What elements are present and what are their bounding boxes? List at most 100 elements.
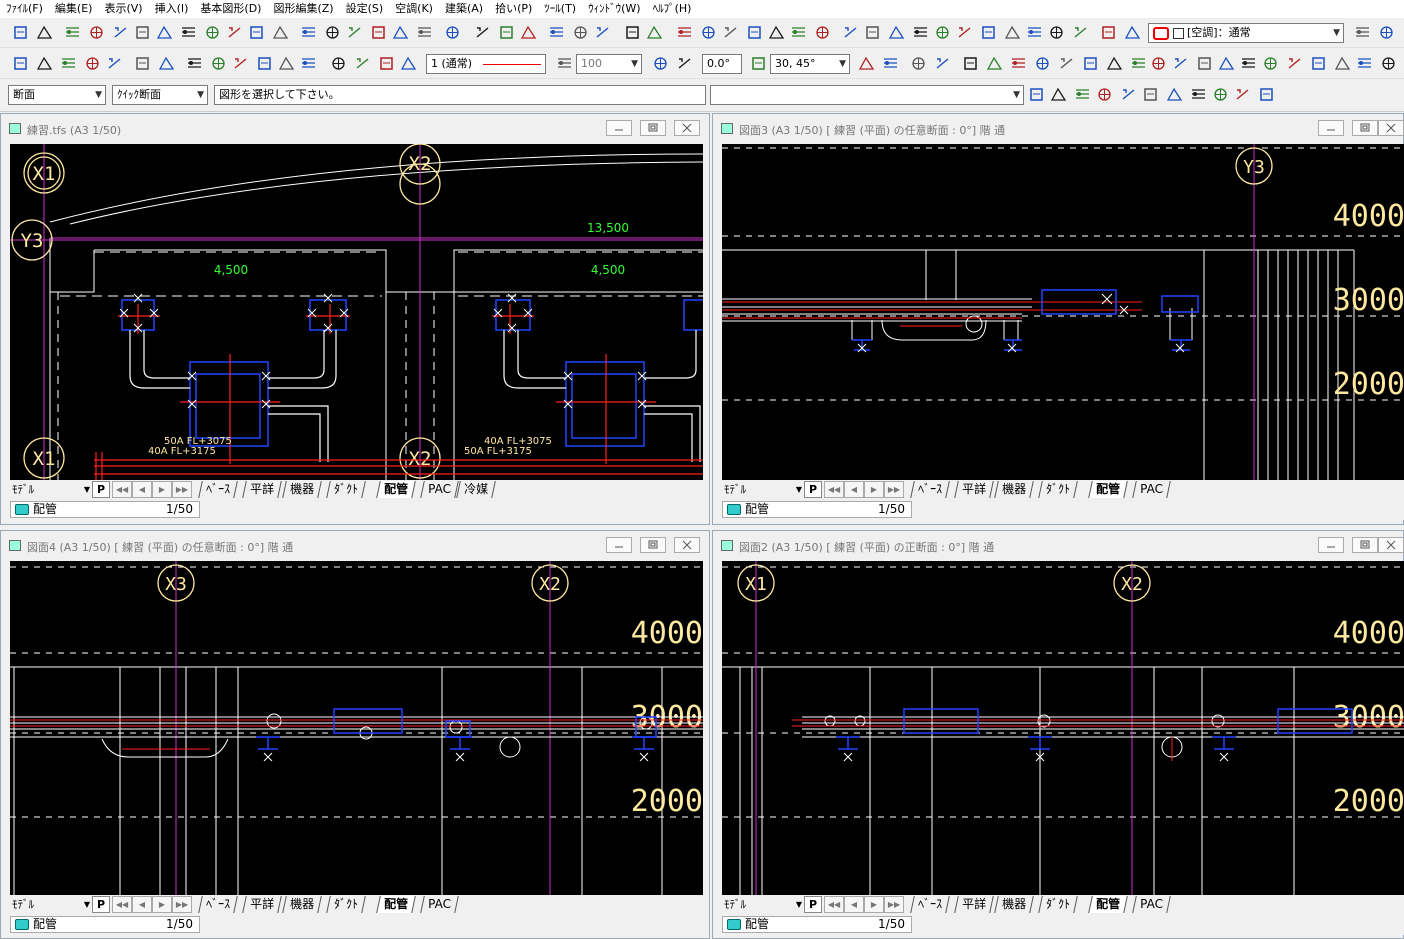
fitting-icon[interactable] <box>814 24 831 41</box>
tab-plan-detail[interactable]: 平詳 <box>954 481 994 498</box>
menu-window[interactable]: ｳｨﾝﾄﾞｳ(W) <box>582 0 646 16</box>
fitting-icon[interactable] <box>676 24 693 41</box>
draw-icon[interactable] <box>1082 55 1099 72</box>
prev-tab-button[interactable]: ◀ <box>844 896 864 913</box>
last-tab-button[interactable]: ▶▶ <box>884 481 904 498</box>
open-folder-icon[interactable] <box>556 55 573 72</box>
duct-icon[interactable] <box>1048 24 1065 41</box>
tab-plan-detail[interactable]: 平詳 <box>242 481 282 498</box>
tool-icon[interactable] <box>594 24 611 41</box>
dimension-icon[interactable] <box>134 24 151 41</box>
pipe-icon[interactable] <box>1072 24 1089 41</box>
align-icon[interactable] <box>1142 86 1159 103</box>
pipe-icon[interactable] <box>646 24 663 41</box>
drawing-canvas[interactable]: X1 X2 Y3 X1 X2 13,500 4,500 4,500 50A FL… <box>10 144 703 480</box>
first-tab-button[interactable]: ◀◀ <box>824 896 844 913</box>
tab-base[interactable]: ﾍﾞｰｽ <box>910 481 950 498</box>
tab-duct[interactable]: ﾀﾞｸﾄ <box>326 481 366 498</box>
last-tab-button[interactable]: ▶▶ <box>884 896 904 913</box>
tab-pac[interactable]: PAC <box>420 481 459 498</box>
maximize-button[interactable] <box>1352 537 1378 553</box>
equipment-icon[interactable] <box>548 24 565 41</box>
maximize-button[interactable] <box>640 537 666 553</box>
new-file-icon[interactable] <box>12 55 29 72</box>
space-mode-select[interactable]: ﾓﾃﾞﾙ ▼ <box>722 896 802 914</box>
save-icon[interactable] <box>1172 55 1189 72</box>
duct-icon[interactable] <box>36 24 53 41</box>
space-mode-select[interactable]: ﾓﾃﾞﾙ ▼ <box>10 896 90 914</box>
tag-icon[interactable] <box>1166 86 1183 103</box>
layer-icon[interactable] <box>1234 86 1251 103</box>
tab-pac[interactable]: PAC <box>1132 481 1171 498</box>
layer-icon[interactable] <box>1050 86 1067 103</box>
grid-icon[interactable] <box>1258 86 1275 103</box>
lineweight-select[interactable]: 100 ▼ <box>576 54 642 74</box>
menu-takeoff[interactable]: 拾い(P) <box>489 0 538 16</box>
menu-help[interactable]: ﾍﾙﾌﾟ(H) <box>647 0 698 16</box>
fitting-icon[interactable] <box>956 24 973 41</box>
tab-equipment[interactable]: 機器 <box>282 896 322 913</box>
fitting-icon[interactable] <box>226 24 243 41</box>
undo-icon[interactable] <box>750 55 767 72</box>
print-icon[interactable] <box>676 55 693 72</box>
section-type-select[interactable]: ｸｲｯｸ断面 ▼ <box>112 85 208 105</box>
equipment-icon[interactable] <box>842 24 859 41</box>
tool-icon[interactable] <box>156 24 173 41</box>
duct-icon[interactable] <box>180 24 197 41</box>
equipment-icon[interactable] <box>392 24 409 41</box>
undo-icon[interactable] <box>106 55 123 72</box>
next-tab-button[interactable]: ▶ <box>864 481 884 498</box>
equipment-icon[interactable] <box>980 24 997 41</box>
open-folder-icon[interactable] <box>232 55 249 72</box>
tool-icon[interactable] <box>1378 24 1395 41</box>
undo-icon[interactable] <box>1218 55 1235 72</box>
snap-icon[interactable] <box>186 55 203 72</box>
paper-space-button[interactable]: P <box>92 481 110 498</box>
redo-icon[interactable] <box>858 55 875 72</box>
drawing-canvas[interactable]: X3 X2 4000 3000 2000 <box>10 561 703 897</box>
menu-file[interactable]: ﾌｧｲﾙ(F) <box>0 0 49 16</box>
snap-icon[interactable] <box>910 55 927 72</box>
tab-pac[interactable]: PAC <box>1132 896 1171 913</box>
tab-base[interactable]: ﾍﾞｰｽ <box>198 896 238 913</box>
close-button[interactable] <box>1378 120 1404 136</box>
dimension-icon[interactable] <box>722 24 739 41</box>
duct-icon[interactable] <box>912 24 929 41</box>
open-folder-icon[interactable] <box>962 55 979 72</box>
dimension-icon[interactable] <box>1354 24 1371 41</box>
draw-icon[interactable] <box>882 55 899 72</box>
menu-basic-shapes[interactable]: 基本図形(D) <box>194 0 267 16</box>
view-mode-select[interactable]: 断面 ▼ <box>8 85 106 105</box>
pipe-icon[interactable] <box>498 24 515 41</box>
fitting-icon[interactable] <box>1100 24 1117 41</box>
prev-tab-button[interactable]: ◀ <box>132 896 152 913</box>
tool-icon[interactable] <box>1026 24 1043 41</box>
minimize-button[interactable] <box>606 537 632 553</box>
linetype-select[interactable]: 1 (通常) <box>426 54 546 74</box>
equipment-icon[interactable] <box>112 24 129 41</box>
minimize-button[interactable] <box>1318 537 1344 553</box>
tab-piping[interactable]: 配管 <box>1088 481 1128 498</box>
redo-icon[interactable] <box>1058 55 1075 72</box>
duct-icon[interactable] <box>768 24 785 41</box>
next-tab-button[interactable]: ▶ <box>152 481 172 498</box>
equipment-icon[interactable] <box>700 24 717 41</box>
menu-settings[interactable]: 設定(S) <box>340 0 390 16</box>
space-mode-select[interactable]: ﾓﾃﾞﾙ ▼ <box>10 481 90 499</box>
last-tab-button[interactable]: ▶▶ <box>172 481 192 498</box>
paper-space-button[interactable]: P <box>804 481 822 498</box>
undo-icon[interactable] <box>300 55 317 72</box>
tab-equipment[interactable]: 機器 <box>994 481 1034 498</box>
first-tab-button[interactable]: ◀◀ <box>112 896 132 913</box>
save-icon[interactable] <box>1356 55 1373 72</box>
menu-hvac[interactable]: 空調(K) <box>389 0 439 16</box>
dimension-icon[interactable] <box>272 24 289 41</box>
mic-icon[interactable] <box>1028 86 1045 103</box>
print-icon[interactable] <box>278 55 295 72</box>
pipe-icon[interactable] <box>934 24 951 41</box>
new-file-icon[interactable] <box>1130 55 1147 72</box>
equipment-icon[interactable] <box>1124 24 1141 41</box>
paper-space-button[interactable]: P <box>92 896 110 913</box>
draw-icon[interactable] <box>354 55 371 72</box>
dimension-icon[interactable] <box>416 24 433 41</box>
